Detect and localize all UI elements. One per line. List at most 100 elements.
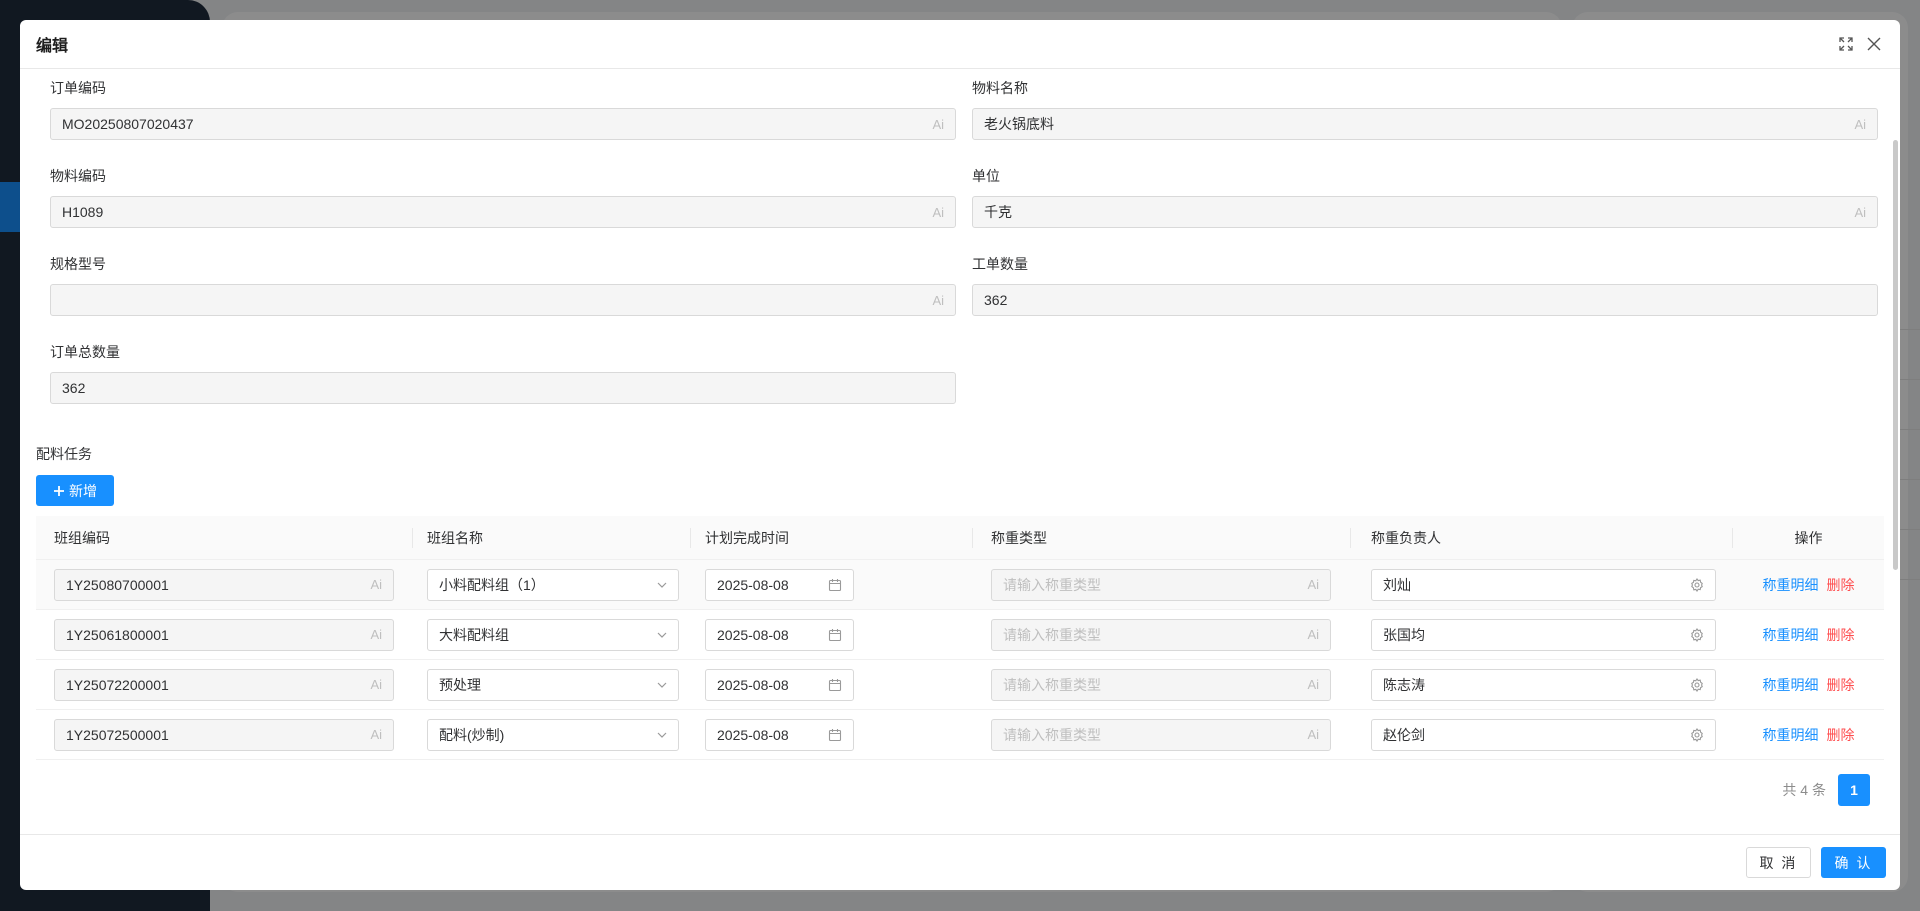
- work-order-qty-input[interactable]: 362: [972, 284, 1878, 316]
- fullscreen-icon[interactable]: [1836, 34, 1856, 54]
- person-cell: 刘灿: [1351, 560, 1733, 610]
- delete-link[interactable]: 删除: [1827, 675, 1855, 695]
- plan-date-picker[interactable]: 2025-08-08: [705, 668, 854, 701]
- delete-link[interactable]: 删除: [1827, 625, 1855, 645]
- ai-icon: Ai: [1854, 204, 1866, 220]
- chevron-down-icon: [657, 632, 667, 638]
- column-header: 操作: [1794, 530, 1823, 546]
- order-code-value: MO20250807020437: [62, 116, 194, 132]
- column-header: 计划完成时间: [691, 516, 973, 560]
- cancel-button[interactable]: 取 消: [1746, 847, 1811, 878]
- dialog-body: 订单编码 MO20250807020437 Ai 物料名称 老火锅底料 Ai 物料编…: [20, 70, 1888, 834]
- gear-icon[interactable]: [1690, 677, 1704, 692]
- plan-date-picker[interactable]: 2025-08-08: [705, 618, 854, 651]
- table-row: 1Y25080700001 Ai 小料配料组（1） 2025-08-08 请输入称…: [36, 560, 1884, 610]
- weigh-type-placeholder: 请输入称重类型: [1003, 576, 1101, 593]
- group-cell: 大料配料组: [413, 610, 691, 660]
- gear-icon[interactable]: [1690, 577, 1704, 592]
- action-cell: 称重明细 删除: [1733, 660, 1884, 710]
- calendar-icon: [828, 628, 842, 641]
- type-cell: 请输入称重类型 Ai: [973, 660, 1351, 710]
- material-code-input[interactable]: H1089 Ai: [50, 196, 956, 228]
- dialog-footer: 取 消 确 认: [20, 834, 1900, 890]
- ai-icon: Ai: [1854, 116, 1866, 132]
- pagination: 共 4 条 1: [1782, 774, 1870, 806]
- section-title: 配料任务: [36, 446, 92, 462]
- ai-icon: Ai: [1307, 627, 1319, 642]
- work-order-qty-value: 362: [984, 292, 1008, 308]
- dialog-header: 编辑: [20, 20, 1900, 69]
- weigh-type-input[interactable]: 请输入称重类型 Ai: [991, 618, 1331, 651]
- calendar-icon: [828, 678, 842, 691]
- edit-dialog: 编辑 订单编码 MO20250807020437 Ai 物料名称 老火锅底料 Ai …: [20, 20, 1900, 890]
- weigh-detail-link[interactable]: 称重明细: [1763, 625, 1819, 645]
- plan-date-picker[interactable]: 2025-08-08: [705, 718, 854, 751]
- material-name-input[interactable]: 老火锅底料 Ai: [972, 108, 1878, 140]
- add-task-label: 新增: [69, 482, 97, 499]
- action-cell: 称重明细 删除: [1733, 710, 1884, 760]
- group-name-select[interactable]: 大料配料组: [427, 618, 679, 651]
- dialog-title: 编辑: [36, 38, 69, 55]
- column-header: 班组编码: [36, 516, 413, 560]
- spec-input[interactable]: Ai: [50, 284, 956, 316]
- group-name-select[interactable]: 配料(炒制): [427, 718, 679, 751]
- group-code-input[interactable]: 1Y25061800001 Ai: [54, 618, 394, 651]
- type-cell: 请输入称重类型 Ai: [973, 560, 1351, 610]
- weigh-type-input[interactable]: 请输入称重类型 Ai: [991, 568, 1331, 601]
- column-header: 称重负责人: [1351, 516, 1733, 560]
- group-name-select[interactable]: 预处理: [427, 668, 679, 701]
- scrollbar[interactable]: [1893, 140, 1898, 570]
- weigh-detail-link[interactable]: 称重明细: [1763, 675, 1819, 695]
- gear-icon[interactable]: [1690, 627, 1704, 642]
- material-name-value: 老火锅底料: [984, 116, 1054, 132]
- plan-date-value: 2025-08-08: [717, 676, 789, 693]
- ai-icon: Ai: [370, 727, 382, 742]
- confirm-button[interactable]: 确 认: [1821, 847, 1886, 878]
- weigh-person-value: 陈志涛: [1383, 676, 1425, 693]
- group-name-select[interactable]: 小料配料组（1）: [427, 568, 679, 601]
- unit-input[interactable]: 千克 Ai: [972, 196, 1878, 228]
- material-code-value: H1089: [62, 204, 104, 220]
- date-cell: 2025-08-08: [691, 610, 973, 660]
- group-code-input[interactable]: 1Y25080700001 Ai: [54, 568, 394, 601]
- weigh-type-input[interactable]: 请输入称重类型 Ai: [991, 718, 1331, 751]
- chevron-down-icon: [657, 682, 667, 688]
- weigh-person-value: 赵伦剑: [1383, 726, 1425, 743]
- add-task-button[interactable]: 新增: [36, 475, 114, 506]
- material-name-label: 物料名称: [972, 80, 1028, 96]
- table-row: 1Y25072200001 Ai 预处理 2025-08-08 请输入称重类型 Ai…: [36, 660, 1884, 710]
- group-name-value: 大料配料组: [439, 626, 509, 643]
- weigh-person-input[interactable]: 赵伦剑: [1371, 718, 1716, 751]
- weigh-person-input[interactable]: 张国均: [1371, 618, 1716, 651]
- ai-icon: Ai: [370, 627, 382, 642]
- plan-date-picker[interactable]: 2025-08-08: [705, 568, 854, 601]
- date-cell: 2025-08-08: [691, 710, 973, 760]
- weigh-person-input[interactable]: 陈志涛: [1371, 668, 1716, 701]
- page-button[interactable]: 1: [1838, 774, 1870, 806]
- date-cell: 2025-08-08: [691, 560, 973, 610]
- gear-icon[interactable]: [1690, 727, 1704, 742]
- group-code-value: 1Y25061800001: [66, 626, 169, 643]
- weigh-person-value: 刘灿: [1383, 576, 1411, 593]
- group-code-value: 1Y25072200001: [66, 676, 169, 693]
- weigh-type-input[interactable]: 请输入称重类型 Ai: [991, 668, 1331, 701]
- close-icon[interactable]: [1864, 34, 1884, 54]
- group-cell: 小料配料组（1）: [413, 560, 691, 610]
- person-cell: 赵伦剑: [1351, 710, 1733, 760]
- weigh-detail-link[interactable]: 称重明细: [1763, 725, 1819, 745]
- order-code-input[interactable]: MO20250807020437 Ai: [50, 108, 956, 140]
- order-total-qty-input[interactable]: 362: [50, 372, 956, 404]
- ai-icon: Ai: [932, 204, 944, 220]
- weigh-person-input[interactable]: 刘灿: [1371, 568, 1716, 601]
- weigh-detail-link[interactable]: 称重明细: [1763, 575, 1819, 595]
- group-code-input[interactable]: 1Y25072200001 Ai: [54, 668, 394, 701]
- delete-link[interactable]: 删除: [1827, 725, 1855, 745]
- group-code-input[interactable]: 1Y25072500001 Ai: [54, 718, 394, 751]
- table-header: 班组编码 班组名称 计划完成时间 称重类型 称重负责人 操作: [36, 516, 1884, 560]
- action-cell: 称重明细 删除: [1733, 610, 1884, 660]
- delete-link[interactable]: 删除: [1827, 575, 1855, 595]
- ai-icon: Ai: [932, 292, 944, 308]
- group-code-value: 1Y25072500001: [66, 726, 169, 743]
- type-cell: 请输入称重类型 Ai: [973, 610, 1351, 660]
- unit-value: 千克: [984, 204, 1012, 220]
